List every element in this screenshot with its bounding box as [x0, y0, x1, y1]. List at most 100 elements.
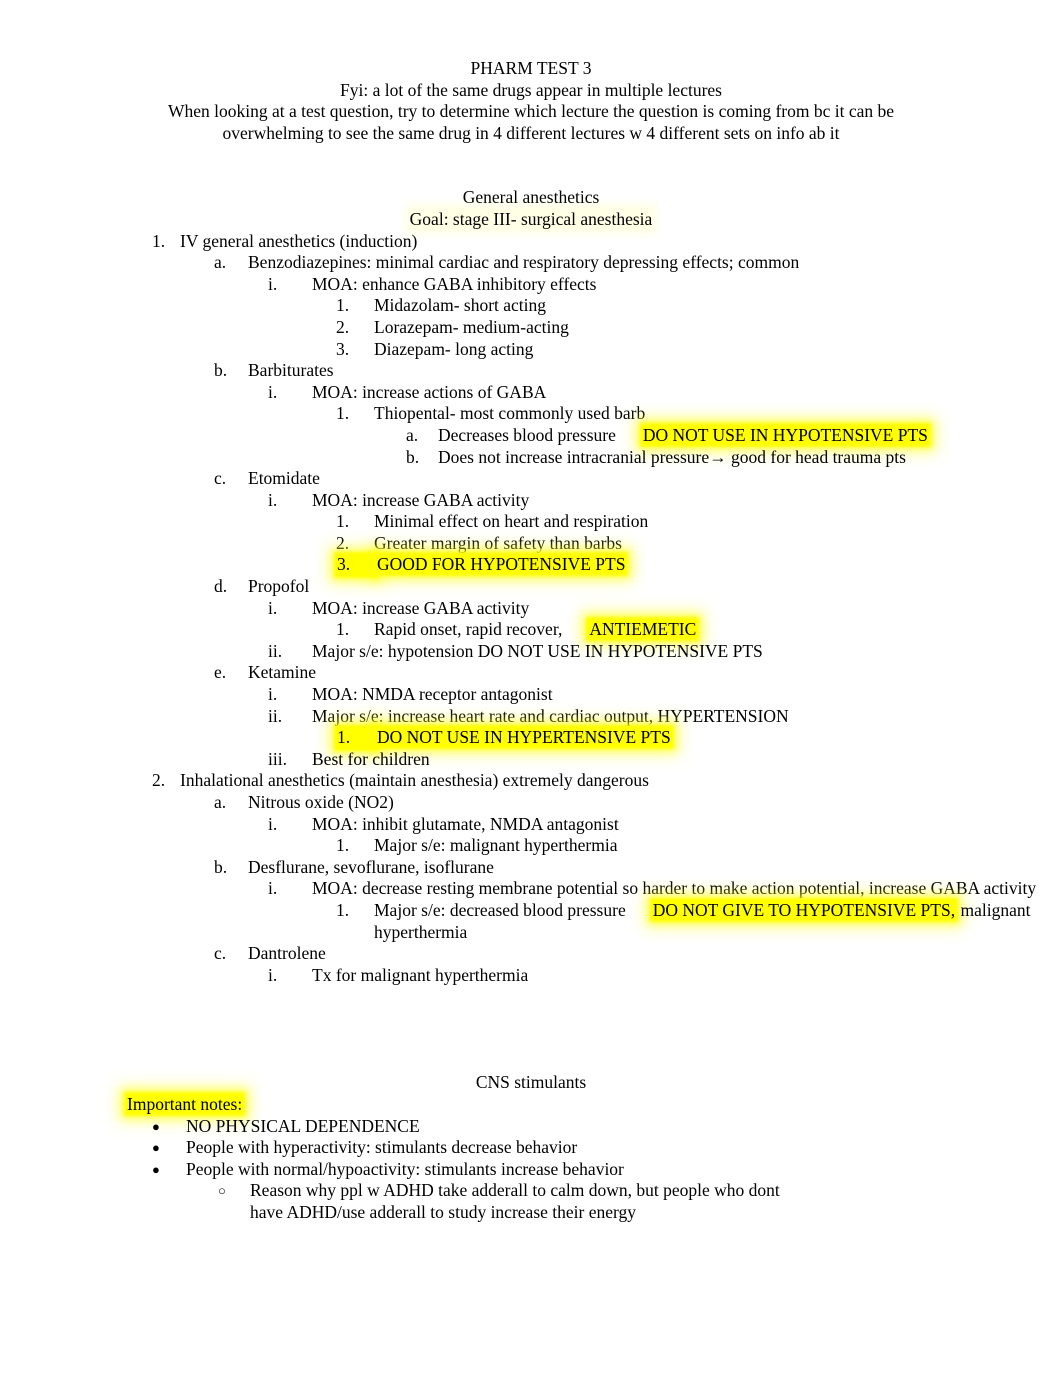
outline-item-nitrous-side-effect: 1. Major s/e: malignant hyperthermia [0, 835, 1062, 857]
highlight-antiemetic: ANTIEMETIC [588, 619, 698, 640]
list-marker: b. [214, 856, 228, 877]
bullet-text: People with normal/hypoactivity: stimula… [186, 1158, 624, 1179]
list-text: Rapid onset, rapid recover, ANTIEMETIC [374, 619, 1062, 641]
header-spacer [0, 144, 1062, 187]
bullet-item-hyperactivity: ● People with hyperactivity: stimulants … [0, 1137, 1062, 1159]
list-text: Desflurane, sevoflurane, isoflurane [248, 856, 494, 877]
outline-item-etomidate-minimal-effect: 1. Minimal effect on heart and respirati… [0, 511, 1062, 533]
header-fyi-line: Fyi: a lot of the same drugs appear in m… [340, 79, 722, 100]
outline-item-etomidate-moa: i. MOA: increase GABA activity [0, 490, 1062, 512]
list-text: Midazolam- short acting [374, 295, 547, 316]
list-text: Best for children [312, 748, 430, 769]
list-text: MOA: increase actions of GABA [312, 381, 547, 402]
list-text: Minimal effect on heart and respiration [374, 511, 649, 532]
general-anesthetics-goal: Goal: stage III- surgical anesthesia [0, 208, 1062, 231]
list-marker: i. [268, 381, 278, 402]
list-text: MOA: enhance GABA inhibitory effects [312, 273, 597, 294]
outline-item-ketamine-do-not-use: 1. DO NOT USE IN HYPERTENSIVE PTS [0, 727, 1062, 749]
list-marker: i. [268, 597, 278, 618]
document-page: PHARM TEST 3 Fyi: a lot of the same drug… [0, 0, 1062, 1377]
document-header: PHARM TEST 3 Fyi: a lot of the same drug… [0, 58, 1062, 144]
list-marker: 3. [336, 554, 376, 577]
outline-item-desflurane-side-effects: 1. Major s/e: decreased blood pressure DO… [0, 899, 1062, 943]
outline-item-barbiturates: b. Barbiturates [0, 360, 1062, 382]
list-text: Etomidate [248, 468, 320, 489]
list-marker: i. [268, 684, 278, 705]
list-marker: c. [214, 468, 227, 489]
outline-item-etomidate-margin-safety: 2. Greater margin of safety than barbs [0, 533, 1062, 555]
outline-item-lorazepam: 2. Lorazepam- medium-acting [0, 317, 1062, 339]
list-text: Major s/e: decreased blood pressure DO NO… [374, 899, 1062, 943]
outline-item-inhalational-anesthetics: 2. Inhalational anesthetics (maintain an… [0, 770, 1062, 792]
bullet-item-hypoactivity: ● People with normal/hypoactivity: stimu… [0, 1159, 1062, 1181]
outline-item-ketamine: e. Ketamine [0, 662, 1062, 684]
list-text: Greater margin of safety than barbs [374, 532, 622, 553]
goal-text: Goal: stage III- surgical anesthesia [409, 208, 653, 229]
outline-item-ketamine-moa: i. MOA: NMDA receptor antagonist [0, 684, 1062, 706]
list-text: Major s/e: malignant hyperthermia [374, 835, 618, 856]
outline-item-midazolam: 1. Midazolam- short acting [0, 295, 1062, 317]
decreases-bp-text: Decreases blood pressure [438, 424, 616, 445]
list-marker: ii. [268, 705, 283, 726]
outline-item-ketamine-side-effects: ii. Major s/e: increase heart rate and c… [0, 706, 1062, 728]
outline-item-thiopental: 1. Thiopental- most commonly used barb [0, 403, 1062, 425]
outline-item-ketamine-children: iii. Best for children [0, 749, 1062, 771]
outline-item-dantrolene: c. Dantrolene [0, 943, 1062, 965]
highlight-do-not-use-hypertensive: DO NOT USE IN HYPERTENSIVE PTS [376, 727, 672, 748]
list-text: Major s/e: hypotension DO NOT USE IN HYP… [312, 640, 763, 661]
list-text: Major s/e: increase heart rate and cardi… [312, 705, 789, 726]
list-text: Inhalational anesthetics (maintain anest… [180, 770, 649, 791]
outline-item-desflurane-group: b. Desflurane, sevoflurane, isoflurane [0, 857, 1062, 879]
list-marker: 1. [336, 619, 350, 640]
outline-item-barbiturates-moa: i. MOA: increase actions of GABA [0, 382, 1062, 404]
header-intro-paragraph: When looking at a test question, try to … [167, 101, 895, 143]
list-text: Barbiturates [248, 360, 334, 381]
list-text: Propofol [248, 576, 310, 597]
list-marker: i. [268, 813, 278, 834]
highlight-important-notes: Important notes: [126, 1093, 244, 1114]
list-text: Tx for malignant hyperthermia [312, 964, 529, 985]
list-marker: i. [268, 964, 278, 985]
bullet-text: People with hyperactivity: stimulants de… [186, 1137, 578, 1158]
list-text: Ketamine [248, 662, 317, 683]
list-marker: ii. [268, 640, 283, 661]
list-marker: d. [214, 576, 228, 597]
outline-item-dantrolene-tx: i. Tx for malignant hyperthermia [0, 965, 1062, 987]
list-text: Dantrolene [248, 943, 326, 964]
list-marker: 1. [336, 835, 350, 856]
bullet-text: Reason why ppl w ADHD take adderall to c… [250, 1180, 780, 1222]
list-marker: 1. [336, 511, 350, 532]
outline-item-nitrous-moa: i. MOA: inhibit glutamate, NMDA antagoni… [0, 814, 1062, 836]
list-marker: b. [214, 360, 228, 381]
list-text: IV general anesthetics (induction) [180, 230, 418, 251]
outline-item-nitrous-oxide: a. Nitrous oxide (NO2) [0, 792, 1062, 814]
bullet-text: NO PHYSICAL DEPENDENCE [186, 1115, 420, 1136]
list-marker: a. [214, 252, 227, 273]
highlight-good-for-hypotensive: GOOD FOR HYPOTENSIVE PTS [376, 554, 627, 575]
list-marker: 2. [152, 770, 166, 791]
list-text: Thiopental- most commonly used barb [374, 403, 646, 424]
outline-item-thiopental-decreases-bp: a. Decreases blood pressure DO NOT USE IN… [0, 424, 1062, 447]
list-marker: iii. [268, 748, 287, 769]
outline-item-benzodiazepines: a. Benzodiazepines: minimal cardiac and … [0, 252, 1062, 274]
list-marker: a. [214, 792, 227, 812]
highlight-do-not-give-hypotensive: DO NOT GIVE TO HYPOTENSIVE PTS, [651, 899, 957, 920]
list-text: Nitrous oxide (NO2) [248, 792, 394, 812]
rapid-onset-text: Rapid onset, rapid recover, [374, 619, 563, 640]
list-marker: i. [268, 489, 278, 510]
list-marker: 1. [336, 899, 350, 920]
outline-item-diazepam: 3. Diazepam- long acting [0, 339, 1062, 361]
list-marker: i. [268, 878, 278, 899]
list-text: MOA: increase GABA activity [312, 597, 530, 618]
list-marker: 1. [336, 403, 350, 424]
list-marker: b. [406, 446, 420, 467]
outline-item-etomidate-good-hypotensive: 3. GOOD FOR HYPOTENSIVE PTS [0, 554, 1062, 577]
important-notes-row: Important notes: [0, 1093, 1062, 1116]
outline-item-propofol: d. Propofol [0, 576, 1062, 598]
outline-item-propofol-side-effects: ii. Major s/e: hypotension DO NOT USE IN… [0, 641, 1062, 663]
list-marker: e. [214, 662, 227, 683]
outline-item-desflurane-moa: i. MOA: decrease resting membrane potent… [0, 878, 1062, 900]
outline-item-propofol-rapid-onset: 1. Rapid onset, rapid recover, ANTIEMETIC [0, 619, 1062, 641]
list-text: Does not increase intracranial pressure→… [438, 446, 906, 467]
section-heading-general-anesthetics: General anesthetics [462, 187, 600, 208]
